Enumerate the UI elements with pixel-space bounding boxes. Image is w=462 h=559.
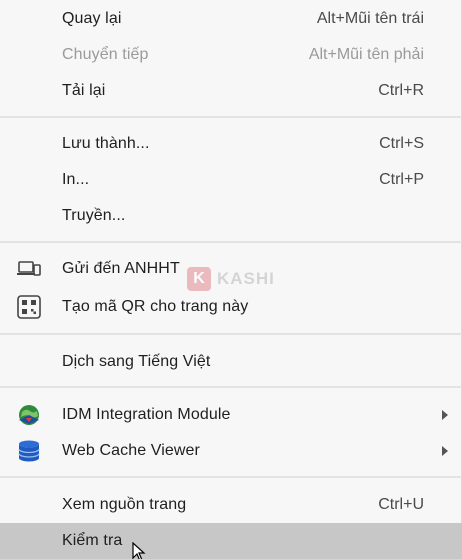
menu-item-shortcut: Ctrl+U [378,496,424,513]
menu-item-shortcut: Ctrl+P [379,171,424,188]
menu-item-qr-code[interactable]: Tạo mã QR cho trang này [0,289,462,325]
menu-item-shortcut: Ctrl+S [379,135,424,152]
watermark-text: KASHI [217,269,275,288]
menu-separator [0,386,462,388]
menu-item-label: Lưu thành... [62,135,150,152]
menu-item-label: Tải lại [62,82,106,99]
watermark-logo: K KASHI [187,265,275,293]
mouse-pointer-icon [132,542,146,559]
menu-separator [0,241,462,243]
idm-globe-icon [16,402,42,428]
menu-item-label: Quay lại [62,10,122,27]
watermark-badge: K [187,267,211,291]
submenu-arrow-icon [442,410,448,420]
menu-separator [0,333,462,335]
laptop-phone-icon [16,256,42,282]
context-menu: Quay lại Alt+Mũi tên trái Chuyển tiếp Al… [0,0,462,559]
menu-item-label: Web Cache Viewer [62,442,200,459]
submenu-arrow-icon [442,446,448,456]
menu-item-label: In... [62,171,90,188]
menu-item-save-as[interactable]: Lưu thành... Ctrl+S [0,126,462,162]
menu-item-shortcut: Alt+Mũi tên trái [316,10,424,27]
menu-item-shortcut: Ctrl+R [378,82,424,99]
menu-item-label: IDM Integration Module [62,406,231,423]
menu-item-print[interactable]: In... Ctrl+P [0,162,462,198]
menu-item-label: Gửi đến ANHHT [62,260,180,277]
menu-item-label: Xem nguồn trang [62,496,187,513]
menu-item-web-cache-viewer[interactable]: Web Cache Viewer [0,433,462,469]
menu-item-label: Tạo mã QR cho trang này [62,298,249,315]
menu-separator [0,476,462,478]
menu-item-shortcut: Alt+Mũi tên phải [308,46,424,63]
menu-item-back[interactable]: Quay lại Alt+Mũi tên trái [0,1,462,37]
menu-item-forward[interactable]: Chuyển tiếp Alt+Mũi tên phải [0,37,462,73]
menu-item-view-source[interactable]: Xem nguồn trang Ctrl+U [0,487,462,523]
menu-item-reload[interactable]: Tải lại Ctrl+R [0,73,462,109]
menu-item-cast[interactable]: Truyền... [0,198,462,234]
menu-item-label: Kiểm tra [62,532,123,549]
menu-item-label: Chuyển tiếp [62,46,149,63]
database-icon [16,438,42,464]
menu-item-inspect[interactable]: Kiểm tra [0,523,462,559]
menu-item-label: Truyền... [62,207,126,224]
menu-item-translate[interactable]: Dịch sang Tiếng Việt [0,344,462,380]
menu-separator [0,116,462,118]
menu-item-label: Dịch sang Tiếng Việt [62,353,211,370]
qr-code-icon [16,294,42,320]
menu-item-idm-integration[interactable]: IDM Integration Module [0,397,462,433]
